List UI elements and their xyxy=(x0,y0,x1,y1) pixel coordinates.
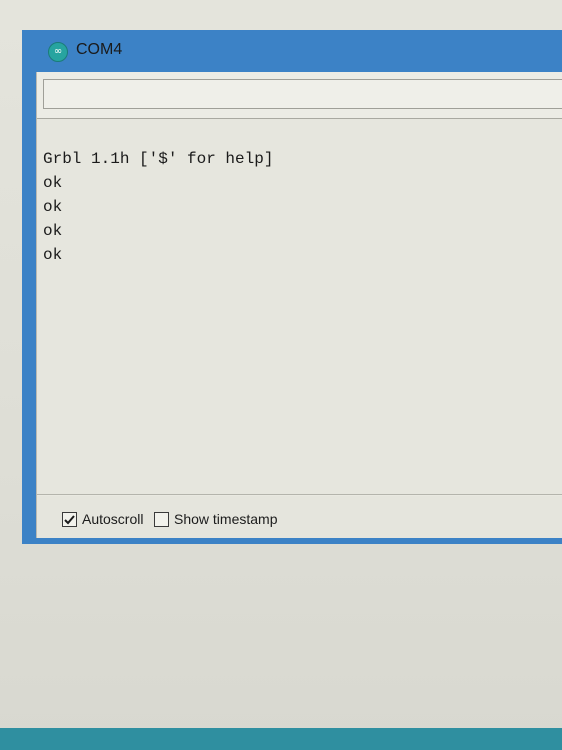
show-timestamp-label: Show timestamp xyxy=(174,511,278,527)
send-bar xyxy=(37,72,562,119)
arduino-icon: ∞ xyxy=(48,42,68,62)
show-timestamp-checkbox[interactable]: Show timestamp xyxy=(154,511,277,527)
autoscroll-checkbox-box[interactable] xyxy=(62,511,77,527)
checkmark-icon xyxy=(64,514,75,524)
taskbar-edge xyxy=(0,728,562,750)
options-bar: Autoscroll Show timestamp xyxy=(37,496,562,538)
output-line: ok xyxy=(43,222,63,240)
show-timestamp-checkbox-box[interactable] xyxy=(154,511,169,527)
serial-monitor-window: ∞ COM4 Grbl 1.1h ['$' for help] ok ok ok… xyxy=(22,30,562,544)
output-line: ok xyxy=(43,246,63,264)
window-title: COM4 xyxy=(76,41,123,58)
output-line: ok xyxy=(43,198,63,216)
autoscroll-checkbox[interactable]: Autoscroll xyxy=(62,511,143,527)
send-input[interactable] xyxy=(43,79,562,109)
autoscroll-label: Autoscroll xyxy=(82,511,144,527)
serial-output[interactable]: Grbl 1.1h ['$' for help] ok ok ok ok xyxy=(37,119,562,495)
title-bar[interactable]: ∞ COM4 xyxy=(22,30,562,72)
output-line: Grbl 1.1h ['$' for help] xyxy=(43,150,274,168)
output-line: ok xyxy=(43,174,63,192)
window-content: Grbl 1.1h ['$' for help] ok ok ok ok Aut… xyxy=(36,72,562,538)
